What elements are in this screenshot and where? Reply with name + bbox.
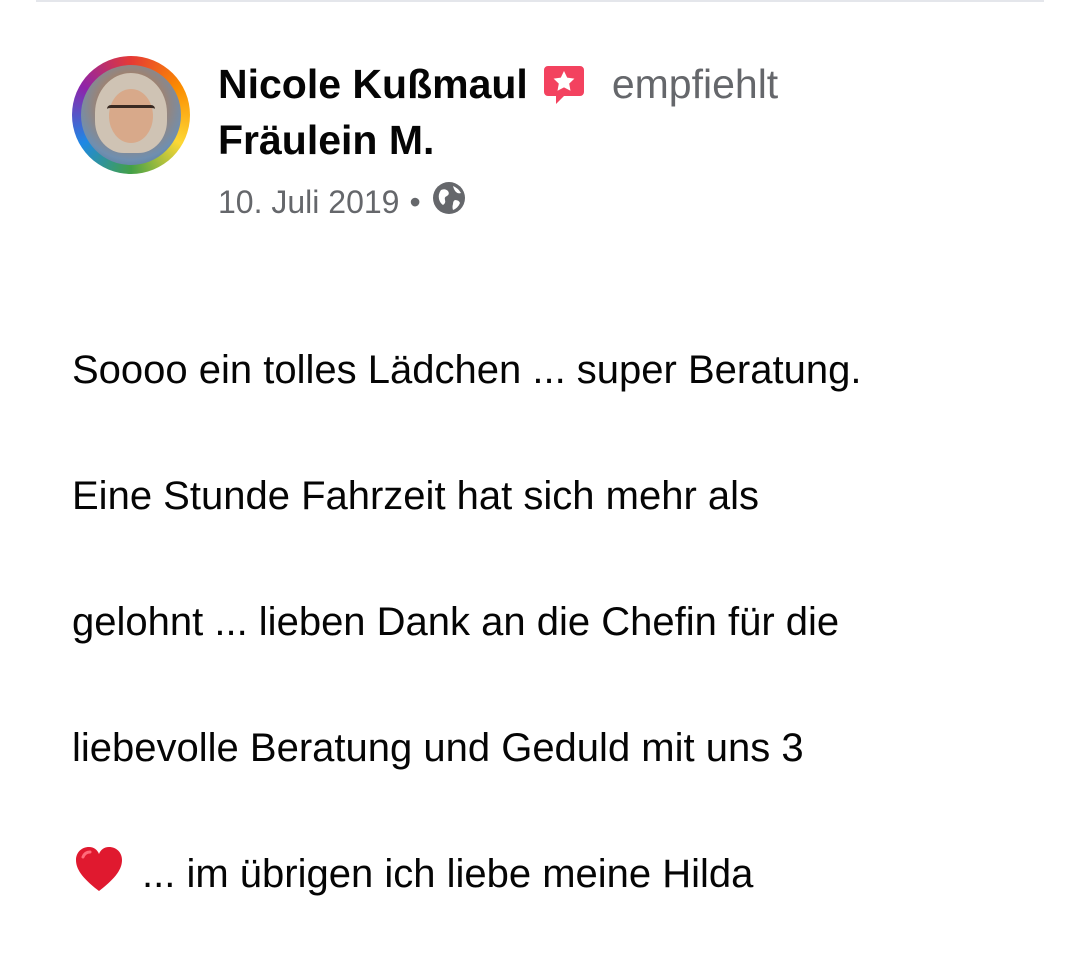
post-text-line: liebevolle Beratung und Geduld mit uns 3 [72,726,804,770]
top-divider [36,0,1044,2]
header-line: Nicole Kußmaul empfiehlt [218,58,1018,110]
post-text-line: Eine Stunde Fahrzeit hat sich mehr als [72,474,760,518]
post-text-line: Soooo ein tolles Lädchen ... super Berat… [72,348,862,392]
action-verb: empfiehlt [611,60,779,107]
post-meta: 10. Juli 2019 • [218,180,467,224]
author-name[interactable]: Nicole Kußmaul [218,61,528,108]
meta-separator: • [409,183,421,220]
post-text-last-content: ... im übrigen ich liebe meine Hilda [142,852,754,896]
heart-icon [72,843,126,897]
globe-icon[interactable] [431,180,467,224]
post-text-line-last: ... im übrigen ich liebe meine Hilda [72,843,1032,906]
avatar[interactable] [72,56,190,174]
post-body: Soooo ein tolles Lädchen ... super Berat… [72,276,1032,969]
post-date[interactable]: 10. Juli 2019 [218,184,399,221]
recommended-page-name[interactable]: Fräulein M. [218,114,1018,166]
post-header: Nicole Kußmaul empfiehlt Fräulein M. [218,58,1018,166]
post-text-line: gelohnt ... lieben Dank an die Chefin fü… [72,600,840,644]
avatar-photo [81,65,181,165]
recommend-star-icon [542,62,586,106]
